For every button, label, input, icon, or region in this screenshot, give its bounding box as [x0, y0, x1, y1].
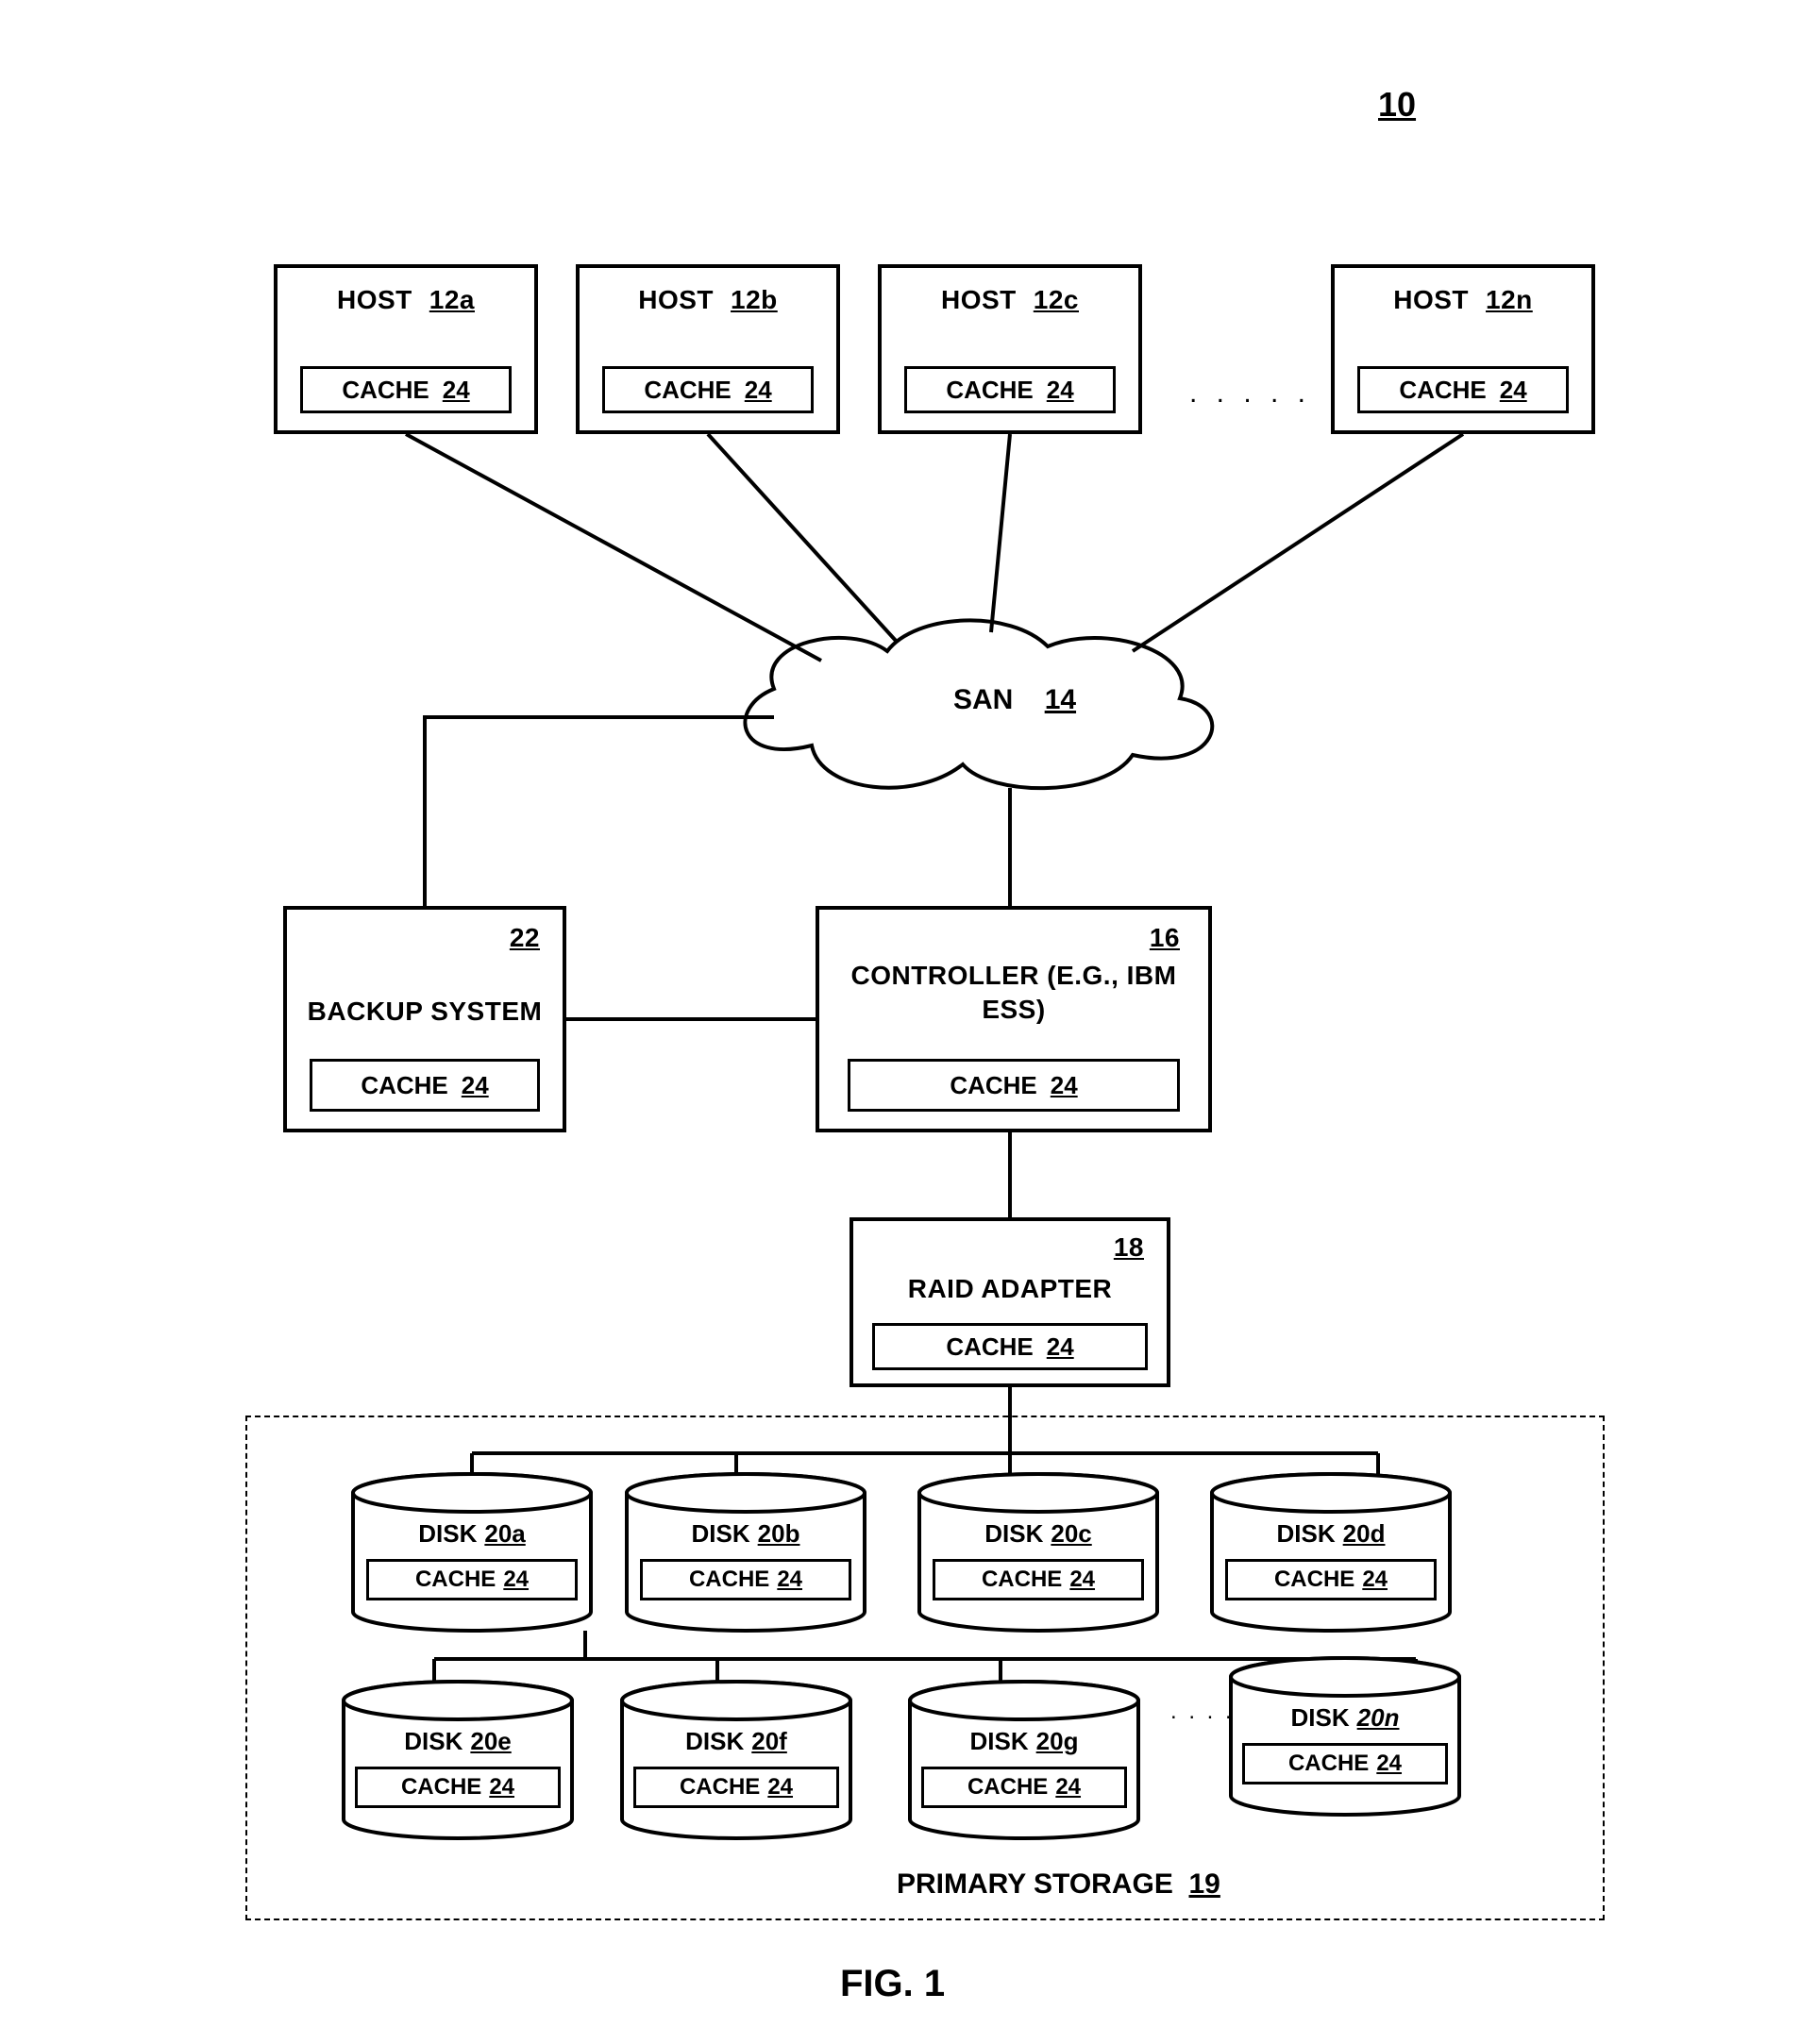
disk-20b-cache: CACHE 24 — [640, 1559, 851, 1600]
cache-id: 24 — [443, 376, 470, 405]
disk-20n-label: DISK — [1291, 1703, 1350, 1733]
disk-20d-id: 20d — [1343, 1519, 1386, 1549]
cache-label: CACHE — [680, 1774, 760, 1801]
cache-id: 24 — [1362, 1567, 1388, 1593]
disk-20e-label: DISK — [404, 1727, 463, 1756]
disk-20f-cache: CACHE 24 — [633, 1767, 839, 1808]
cache-id: 24 — [1500, 376, 1527, 405]
host-12a-label: HOST — [337, 285, 412, 315]
cache-label: CACHE — [967, 1774, 1048, 1801]
disk-20f-label: DISK — [685, 1727, 744, 1756]
host-ellipsis: . . . . . — [1189, 377, 1311, 410]
disk-20b-id: 20b — [758, 1519, 800, 1549]
cache-id: 24 — [767, 1774, 793, 1801]
cache-label: CACHE — [415, 1567, 496, 1593]
disk-20n: DISK 20n CACHE 24 — [1227, 1656, 1463, 1817]
backup-id: 22 — [510, 923, 540, 952]
primary-storage-label: PRIMARY STORAGE 19 — [897, 1868, 1220, 1901]
diagram-canvas: 10 FIG. 1 HOST 12a CACHE 24 HOST 12b CAC… — [0, 0, 1800, 2044]
disk-20d: DISK 20d CACHE 24 — [1208, 1472, 1454, 1633]
disk-20c-cache: CACHE 24 — [933, 1559, 1144, 1600]
disk-20d-cache: CACHE 24 — [1225, 1559, 1437, 1600]
raid-adapter-box: 18 RAID ADAPTER CACHE 24 — [850, 1217, 1170, 1387]
cache-label: CACHE — [644, 376, 731, 405]
cache-id: 24 — [489, 1774, 514, 1801]
cache-id: 24 — [1047, 1332, 1074, 1362]
disk-20a-cache: CACHE 24 — [366, 1559, 578, 1600]
disk-20a-id: 20a — [484, 1519, 525, 1549]
host-12a: HOST 12a CACHE 24 — [274, 264, 538, 434]
cache-label: CACHE — [946, 376, 1033, 405]
disk-20a-label: DISK — [418, 1519, 477, 1549]
host-12c-label: HOST — [941, 285, 1017, 315]
cache-label: CACHE — [361, 1071, 447, 1100]
disk-20c-label: DISK — [984, 1519, 1043, 1549]
disk-20g-label: DISK — [970, 1727, 1029, 1756]
disk-20n-id: 20n — [1357, 1703, 1400, 1733]
cache-label: CACHE — [982, 1567, 1062, 1593]
disk-20b-label: DISK — [692, 1519, 750, 1549]
disk-20c-id: 20c — [1051, 1519, 1091, 1549]
host-12b: HOST 12b CACHE 24 — [576, 264, 840, 434]
cache-label: CACHE — [401, 1774, 481, 1801]
cache-label: CACHE — [1288, 1751, 1369, 1777]
raid-label: RAID ADAPTER — [908, 1274, 1113, 1303]
disk-20e-cache: CACHE 24 — [355, 1767, 561, 1808]
controller-line1: CONTROLLER (E.G., IBM — [851, 961, 1177, 990]
cache-id: 24 — [1069, 1567, 1095, 1593]
disk-20e-id: 20e — [470, 1727, 511, 1756]
controller-line2: ESS) — [982, 995, 1045, 1024]
backup-system-box: 22 BACKUP SYSTEM CACHE 24 — [283, 906, 566, 1132]
host-12b-label: HOST — [638, 285, 714, 315]
disk-20g: DISK 20g CACHE 24 — [906, 1680, 1142, 1840]
backup-label: BACKUP SYSTEM — [308, 997, 543, 1026]
cache-id: 24 — [1376, 1751, 1402, 1777]
figure-label: FIG. 1 — [840, 1963, 945, 2005]
san-label: SAN — [953, 684, 1013, 715]
host-12a-cache: CACHE 24 — [300, 366, 512, 413]
raid-cache: CACHE 24 — [872, 1323, 1148, 1370]
disk-20d-label: DISK — [1277, 1519, 1336, 1549]
disk-20a: DISK 20a CACHE 24 — [349, 1472, 595, 1633]
disk-20e: DISK 20e CACHE 24 — [340, 1680, 576, 1840]
san-id: 14 — [1045, 684, 1076, 715]
cache-id: 24 — [1051, 1071, 1078, 1100]
disk-20b: DISK 20b CACHE 24 — [623, 1472, 868, 1633]
figure-ref-number: 10 — [1378, 85, 1416, 125]
disk-20f-id: 20f — [751, 1727, 787, 1756]
cache-id: 24 — [745, 376, 772, 405]
raid-id: 18 — [1114, 1232, 1144, 1262]
disk-20n-cache: CACHE 24 — [1242, 1743, 1448, 1784]
cache-label: CACHE — [950, 1071, 1036, 1100]
cache-label: CACHE — [1274, 1567, 1354, 1593]
disk-20f: DISK 20f CACHE 24 — [618, 1680, 854, 1840]
host-12n-label: HOST — [1393, 285, 1469, 315]
host-12n-id: 12n — [1486, 285, 1533, 315]
host-12a-id: 12a — [429, 285, 475, 315]
san-cloud-text: SAN 14 — [953, 684, 1076, 716]
backup-cache: CACHE 24 — [310, 1059, 540, 1112]
host-12n: HOST 12n CACHE 24 — [1331, 264, 1595, 434]
cache-id: 24 — [1047, 376, 1074, 405]
controller-cache: CACHE 24 — [848, 1059, 1180, 1112]
cache-label: CACHE — [689, 1567, 769, 1593]
cache-id: 24 — [503, 1567, 529, 1593]
cache-id: 24 — [1055, 1774, 1081, 1801]
host-12c-id: 12c — [1034, 285, 1079, 315]
cache-id: 24 — [777, 1567, 802, 1593]
controller-box: 16 CONTROLLER (E.G., IBM ESS) CACHE 24 — [816, 906, 1212, 1132]
host-12n-cache: CACHE 24 — [1357, 366, 1569, 413]
disk-20c: DISK 20c CACHE 24 — [916, 1472, 1161, 1633]
disk-20g-id: 20g — [1036, 1727, 1079, 1756]
host-12c-cache: CACHE 24 — [904, 366, 1116, 413]
cache-id: 24 — [462, 1071, 489, 1100]
cache-label: CACHE — [946, 1332, 1033, 1362]
disk-20g-cache: CACHE 24 — [921, 1767, 1127, 1808]
controller-id: 16 — [1150, 923, 1180, 952]
cache-label: CACHE — [1399, 376, 1486, 405]
cache-label: CACHE — [342, 376, 429, 405]
host-12b-cache: CACHE 24 — [602, 366, 814, 413]
host-12b-id: 12b — [731, 285, 778, 315]
host-12c: HOST 12c CACHE 24 — [878, 264, 1142, 434]
